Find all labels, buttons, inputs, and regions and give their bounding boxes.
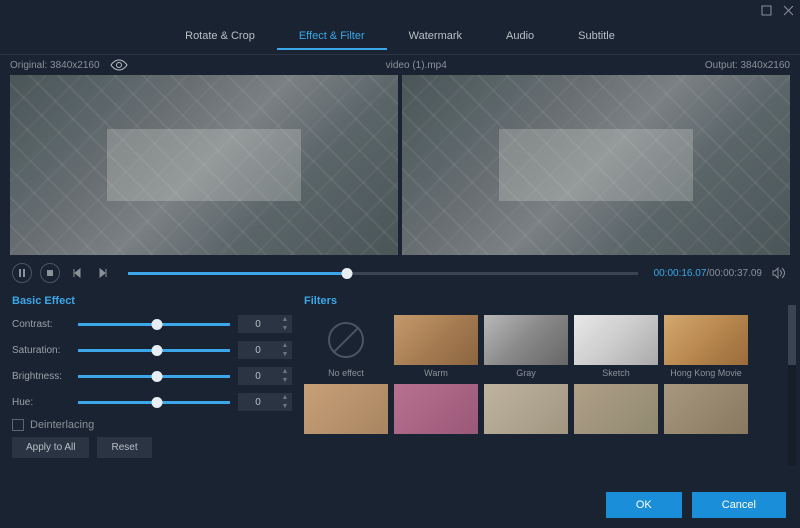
total-time: /00:00:37.09 — [706, 268, 762, 279]
filter-thumbnail — [664, 315, 748, 365]
filters-scrollbar[interactable] — [788, 305, 796, 465]
spinner-up-icon[interactable]: ▲ — [278, 393, 292, 402]
tab-effect-filter[interactable]: Effect & Filter — [277, 24, 387, 50]
slider-label-2: Brightness: — [12, 371, 70, 382]
spinner-down-icon[interactable]: ▼ — [278, 324, 292, 333]
deinterlacing-checkbox[interactable] — [12, 419, 24, 431]
close-button[interactable] — [782, 4, 794, 16]
timeline-slider[interactable] — [128, 272, 638, 275]
filter-thumbnail — [304, 315, 388, 365]
filters-title: Filters — [304, 295, 788, 307]
volume-icon[interactable] — [770, 264, 788, 282]
filter-item-Gray[interactable]: Gray — [484, 315, 568, 378]
filename-label: video (1).mp4 — [386, 60, 447, 71]
filter-thumbnail — [574, 384, 658, 434]
filter-item-r2-2[interactable] — [484, 384, 568, 434]
tab-watermark[interactable]: Watermark — [387, 24, 484, 50]
slider-label-0: Contrast: — [12, 319, 70, 330]
tab-rotate-crop[interactable]: Rotate & Crop — [163, 24, 277, 50]
slider-label-1: Saturation: — [12, 345, 70, 356]
current-time: 00:00:16.07 — [654, 268, 707, 279]
slider-value-0[interactable]: 0 ▲ ▼ — [238, 315, 292, 333]
filters-panel: Filters No effect Warm Gray Sketch Hong Kong… — [304, 295, 788, 482]
output-preview — [402, 75, 790, 255]
filter-label: Hong Kong Movie — [670, 368, 742, 378]
filter-item-Hong Kong Movie[interactable]: Hong Kong Movie — [664, 315, 748, 378]
footer: OK Cancel — [0, 482, 800, 528]
filter-thumbnail — [664, 384, 748, 434]
info-bar: Original: 3840x2160 video (1).mp4 Output… — [0, 55, 800, 75]
ok-button[interactable]: OK — [606, 492, 682, 518]
slider-label-3: Hue: — [12, 397, 70, 408]
filter-item-Warm[interactable]: Warm — [394, 315, 478, 378]
preview-area — [0, 75, 800, 255]
tab-audio[interactable]: Audio — [484, 24, 556, 50]
slider-value-3[interactable]: 0 ▲ ▼ — [238, 393, 292, 411]
titlebar — [0, 0, 800, 20]
filter-item-r2-0[interactable] — [304, 384, 388, 434]
original-preview — [10, 75, 398, 255]
spinner-down-icon[interactable]: ▼ — [278, 350, 292, 359]
slider-value-1[interactable]: 0 ▲ ▼ — [238, 341, 292, 359]
slider-3[interactable] — [78, 401, 230, 404]
spinner-up-icon[interactable]: ▲ — [278, 341, 292, 350]
tabs-bar: Rotate & Crop Effect & Filter Watermark … — [0, 20, 800, 55]
basic-effect-title: Basic Effect — [12, 295, 292, 307]
filter-item-r2-4[interactable] — [664, 384, 748, 434]
filter-thumbnail — [484, 384, 568, 434]
filter-thumbnail — [304, 384, 388, 434]
filter-label: No effect — [328, 368, 364, 378]
cancel-button[interactable]: Cancel — [692, 492, 786, 518]
basic-effect-panel: Basic Effect Contrast: 0 ▲ ▼ Saturation:… — [12, 295, 292, 482]
spinner-down-icon[interactable]: ▼ — [278, 376, 292, 385]
filter-item-r2-1[interactable] — [394, 384, 478, 434]
spinner-up-icon[interactable]: ▲ — [278, 367, 292, 376]
slider-2[interactable] — [78, 375, 230, 378]
pause-button[interactable] — [12, 263, 32, 283]
preview-toggle-icon[interactable] — [110, 59, 128, 71]
filter-thumbnail — [394, 384, 478, 434]
filter-thumbnail — [394, 315, 478, 365]
prev-frame-button[interactable] — [68, 264, 86, 282]
filter-item-No effect[interactable]: No effect — [304, 315, 388, 378]
reset-button[interactable]: Reset — [97, 437, 151, 458]
output-resolution: Output: 3840x2160 — [705, 60, 790, 71]
filter-label: Warm — [424, 368, 448, 378]
maximize-button[interactable] — [760, 4, 772, 16]
filter-label: Sketch — [602, 368, 630, 378]
filter-thumbnail — [574, 315, 658, 365]
spinner-up-icon[interactable]: ▲ — [278, 315, 292, 324]
stop-button[interactable] — [40, 263, 60, 283]
filter-item-Sketch[interactable]: Sketch — [574, 315, 658, 378]
spinner-down-icon[interactable]: ▼ — [278, 402, 292, 411]
playback-bar: 00:00:16.07/00:00:37.09 — [0, 255, 800, 291]
filter-item-r2-3[interactable] — [574, 384, 658, 434]
time-display: 00:00:16.07/00:00:37.09 — [654, 268, 762, 279]
original-resolution: Original: 3840x2160 — [10, 60, 100, 71]
apply-to-all-button[interactable]: Apply to All — [12, 437, 89, 458]
slider-1[interactable] — [78, 349, 230, 352]
filter-thumbnail — [484, 315, 568, 365]
filter-label: Gray — [516, 368, 536, 378]
slider-0[interactable] — [78, 323, 230, 326]
tab-subtitle[interactable]: Subtitle — [556, 24, 637, 50]
slider-value-2[interactable]: 0 ▲ ▼ — [238, 367, 292, 385]
deinterlacing-label: Deinterlacing — [30, 419, 94, 431]
no-effect-icon — [328, 322, 364, 358]
next-frame-button[interactable] — [94, 264, 112, 282]
